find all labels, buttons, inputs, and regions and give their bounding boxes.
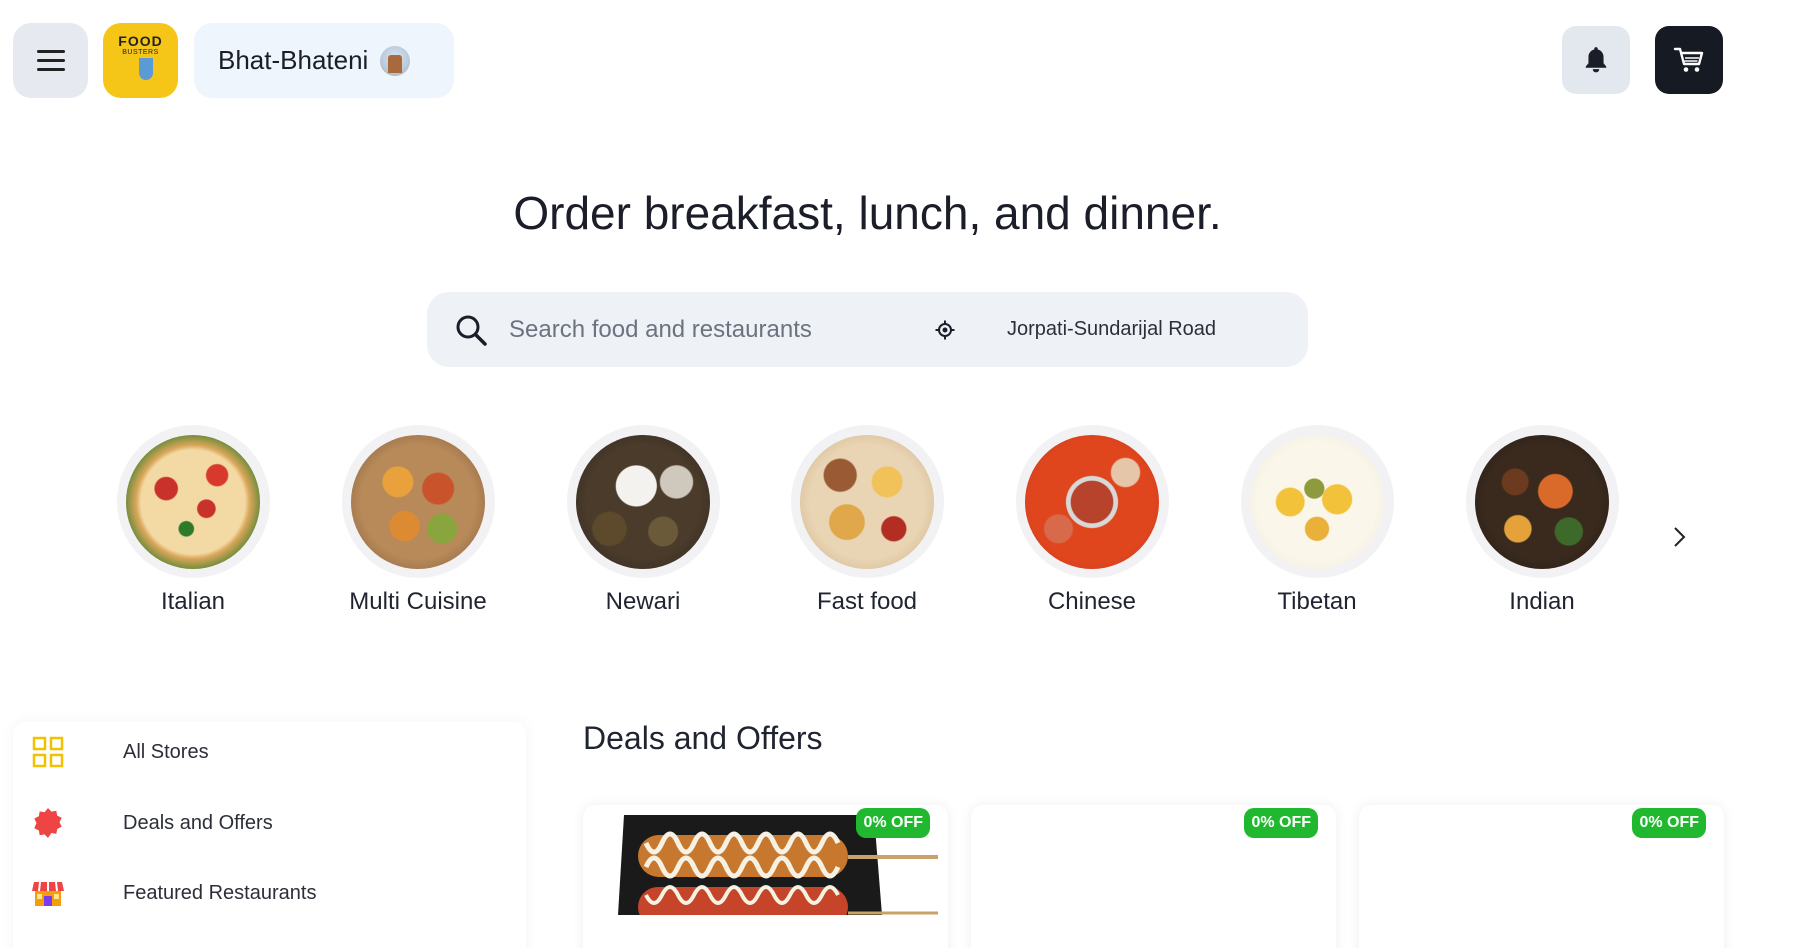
page-headline: Order breakfast, lunch, and dinner. bbox=[513, 187, 1222, 239]
category-indian[interactable]: Indian bbox=[1452, 425, 1632, 616]
category-multi-cuisine[interactable]: Multi Cuisine bbox=[328, 425, 508, 616]
deal-card[interactable]: 0% OFF bbox=[583, 805, 948, 948]
sidebar-item-all-stores[interactable]: All Stores bbox=[31, 732, 209, 772]
category-tibetan[interactable]: Tibetan bbox=[1227, 425, 1407, 616]
deal-card[interactable]: 0% OFF bbox=[1359, 805, 1724, 948]
logo-text-food: FOOD bbox=[118, 33, 163, 49]
deal-card[interactable]: 0% OFF bbox=[971, 805, 1336, 948]
hamburger-menu-icon bbox=[36, 44, 65, 77]
deals-section-title: Deals and Offers bbox=[583, 720, 823, 756]
sidebar-item-deals-and-offers[interactable]: Deals and Offers bbox=[31, 803, 273, 843]
badge-icon bbox=[31, 806, 65, 840]
category-label: Italian bbox=[160, 588, 226, 615]
newari-food-image bbox=[576, 434, 710, 569]
location-target-icon[interactable] bbox=[933, 318, 957, 342]
category-label: Tibetan bbox=[1277, 588, 1357, 615]
discount-badge: 0% OFF bbox=[1632, 808, 1706, 838]
tibetan-dish-image bbox=[1250, 434, 1384, 569]
category-newari[interactable]: Newari bbox=[553, 425, 733, 616]
storefront-icon bbox=[31, 876, 65, 910]
multi-cuisine-platter-image bbox=[351, 434, 485, 569]
chevron-right-icon bbox=[1674, 527, 1686, 547]
search-input[interactable] bbox=[509, 315, 929, 344]
sidebar-item-label: Deals and Offers bbox=[123, 811, 273, 834]
category-fast-food[interactable]: Fast food bbox=[777, 425, 957, 616]
sidebar-menu: All Stores Deals and Offers Featured Res… bbox=[13, 722, 526, 948]
indian-thali-image bbox=[1475, 434, 1609, 569]
category-label: Fast food bbox=[816, 588, 918, 615]
sidebar-item-label: All Stores bbox=[123, 740, 209, 763]
menu-button[interactable] bbox=[13, 23, 88, 98]
category-chinese[interactable]: Chinese bbox=[1002, 425, 1182, 616]
category-label: Indian bbox=[1509, 588, 1575, 615]
sidebar-item-label: Featured Restaurants bbox=[123, 881, 317, 904]
store-selector[interactable]: Bhat-Bhateni bbox=[194, 23, 454, 98]
discount-badge: 0% OFF bbox=[1244, 808, 1318, 838]
search-icon[interactable] bbox=[453, 312, 489, 348]
fast-food-platter-image bbox=[800, 434, 934, 569]
category-label: Chinese bbox=[1047, 588, 1137, 615]
categories-next-button[interactable] bbox=[1664, 520, 1694, 554]
category-label: Newari bbox=[605, 588, 681, 615]
store-name: Bhat-Bhateni bbox=[218, 45, 369, 75]
logo-text-busters: BUSTERS bbox=[122, 49, 159, 56]
logo-drip-icon bbox=[138, 58, 153, 80]
search-bar: Jorpati-Sundarijal Road bbox=[427, 292, 1308, 367]
temple-icon bbox=[380, 45, 411, 76]
category-label: Multi Cuisine bbox=[349, 588, 487, 615]
grid-icon bbox=[31, 735, 65, 769]
location-text[interactable]: Jorpati-Sundarijal Road bbox=[1007, 318, 1216, 341]
category-italian[interactable]: Italian bbox=[103, 425, 283, 616]
cart-icon bbox=[1673, 47, 1704, 72]
discount-badge: 0% OFF bbox=[856, 808, 930, 838]
notification-button[interactable] bbox=[1562, 26, 1630, 94]
sidebar-item-featured-restaurants[interactable]: Featured Restaurants bbox=[31, 873, 316, 913]
pizza-image bbox=[126, 434, 260, 569]
cart-button[interactable] bbox=[1655, 26, 1723, 94]
chinese-hotpot-image bbox=[1025, 434, 1159, 569]
bell-icon bbox=[1585, 47, 1607, 73]
logo[interactable]: FOOD BUSTERS bbox=[103, 23, 178, 98]
